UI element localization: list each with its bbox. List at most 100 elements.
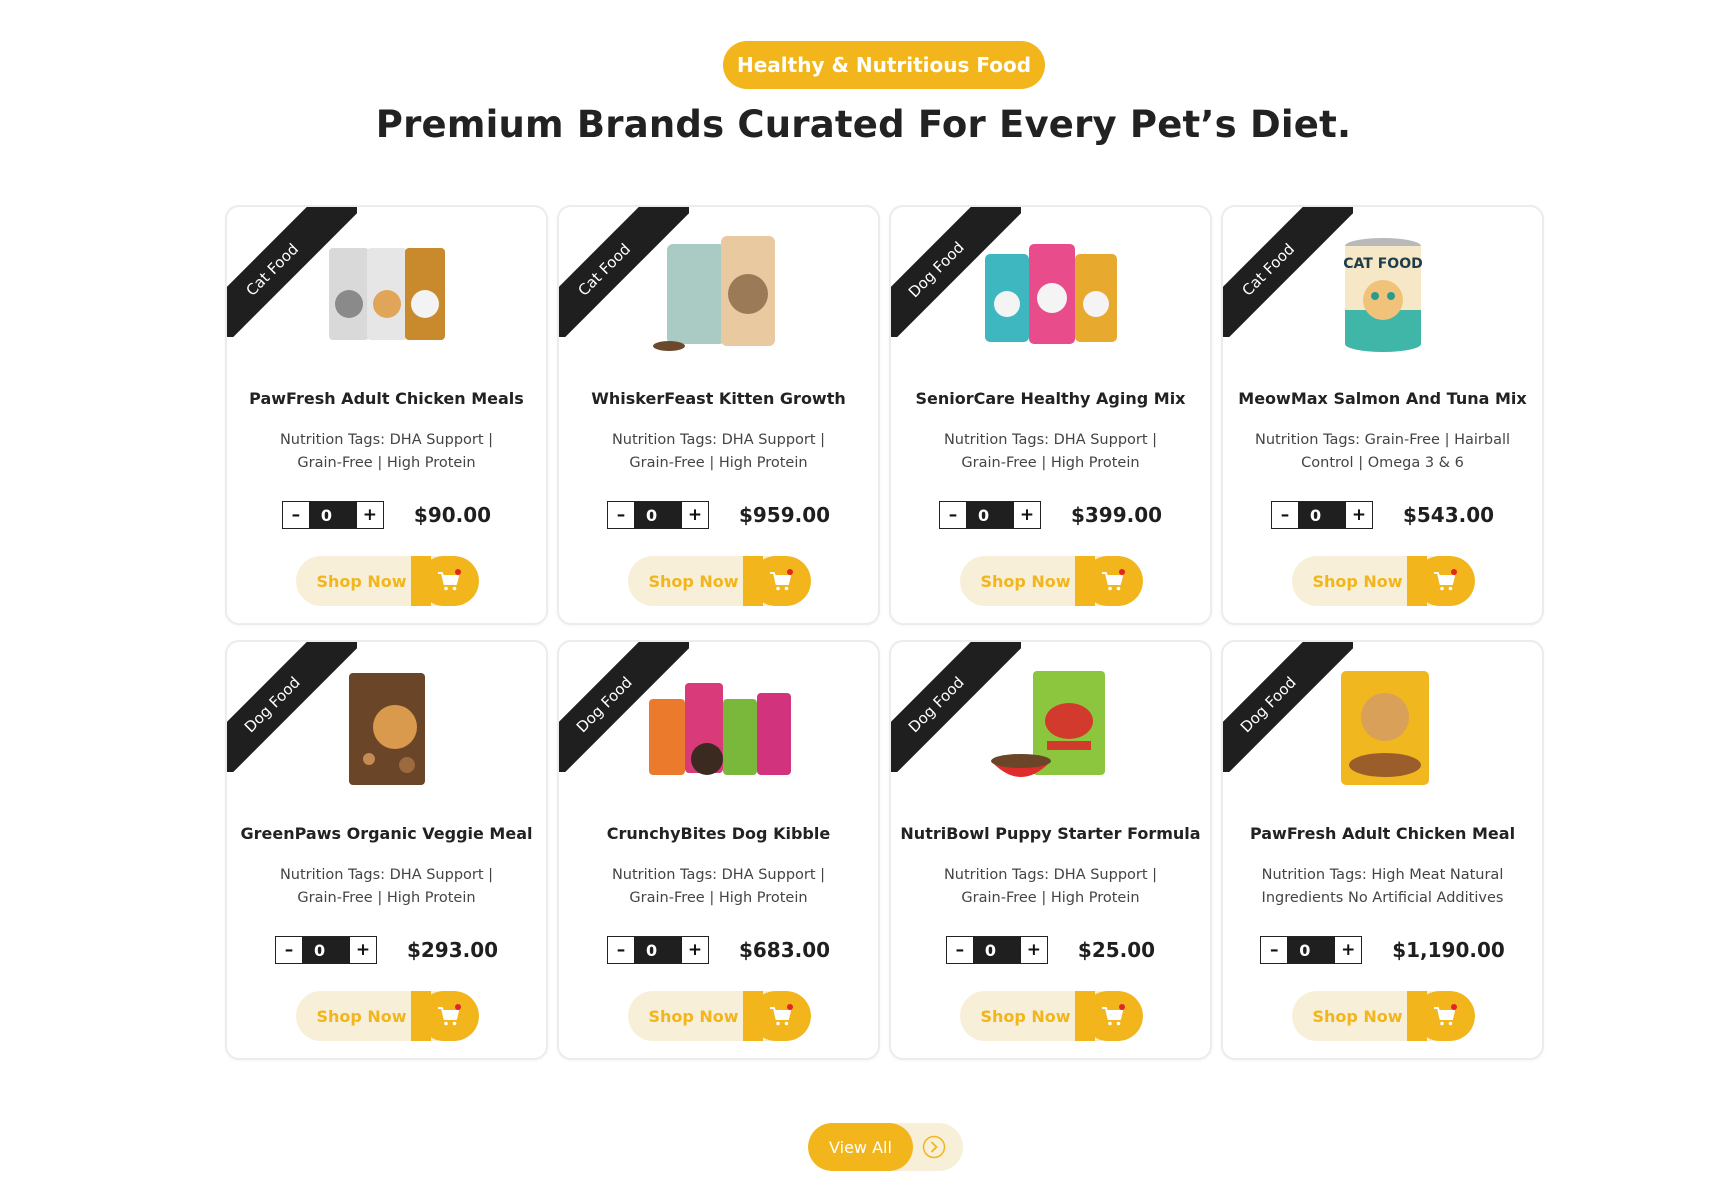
product-price: $1,190.00 <box>1392 938 1505 962</box>
cart-icon <box>1102 569 1125 591</box>
product-price: $399.00 <box>1070 503 1163 527</box>
cart-icon-button[interactable] <box>411 991 479 1041</box>
product-image <box>227 664 546 794</box>
product-image <box>227 229 546 359</box>
product-name: WhiskerFeast Kitten Growth <box>591 389 846 408</box>
cart-icon <box>1102 1004 1125 1026</box>
quantity-stepper: – 0 + <box>606 501 709 529</box>
quantity-stepper: – 0 + <box>1270 501 1373 529</box>
nutrition-tags: Nutrition Tags: DHA Support | Grain-Free… <box>611 867 826 906</box>
cart-icon <box>1434 569 1457 591</box>
shop-now-button[interactable]: Shop Now <box>960 556 1143 606</box>
nutrition-tags: Nutrition Tags: High Meat Natural Ingred… <box>1261 867 1504 906</box>
shop-now-label: Shop Now <box>316 571 407 591</box>
product-grid: Cat Food PawFresh Adult Chicken Meals Nu… <box>225 205 1544 1060</box>
cat-bags-icon <box>652 236 775 351</box>
product-image <box>559 664 878 794</box>
decrease-button[interactable]: – <box>939 502 966 528</box>
decrease-button[interactable]: – <box>282 502 309 528</box>
increase-button[interactable]: + <box>1335 937 1362 963</box>
product-image: CAT FOOD <box>1223 229 1542 359</box>
arrow-right-icon <box>922 1135 946 1159</box>
shop-now-button[interactable]: Shop Now <box>1292 556 1475 606</box>
quantity-value[interactable]: 0 <box>1287 937 1336 963</box>
increase-button[interactable]: + <box>349 937 376 963</box>
increase-button[interactable]: + <box>681 937 708 963</box>
increase-button[interactable]: + <box>1020 937 1047 963</box>
nutrition-tags: Nutrition Tags: DHA Support | Grain-Free… <box>279 867 494 906</box>
quantity-stepper: – 0 + <box>606 936 709 964</box>
increase-button[interactable]: + <box>681 502 708 528</box>
product-image <box>891 229 1210 359</box>
product-card: Dog Food GreenPaws Organic Veggie Meal N… <box>225 640 548 1060</box>
product-name: CrunchyBites Dog Kibble <box>606 824 831 843</box>
decrease-button[interactable]: – <box>275 937 302 963</box>
shop-now-label: Shop Now <box>980 571 1071 591</box>
quantity-stepper: – 0 + <box>945 936 1048 964</box>
quantity-value[interactable]: 0 <box>965 502 1014 528</box>
decrease-button[interactable]: – <box>1271 502 1298 528</box>
product-name: SeniorCare Healthy Aging Mix <box>915 389 1186 408</box>
product-image <box>559 229 878 359</box>
shop-now-button[interactable]: Shop Now <box>296 991 479 1041</box>
quantity-stepper: – 0 + <box>281 501 384 529</box>
cart-icon-button[interactable] <box>1407 556 1475 606</box>
cat-pouches-icon <box>328 248 445 340</box>
product-name: MeowMax Salmon And Tuna Mix <box>1238 389 1527 408</box>
decrease-button[interactable]: – <box>607 937 634 963</box>
section-badge: Healthy & Nutritious Food <box>723 41 1045 89</box>
increase-button[interactable]: + <box>356 502 383 528</box>
quantity-stepper: – 0 + <box>938 501 1041 529</box>
product-card: Cat Food WhiskerFeast Kitten Growth Nutr… <box>557 205 880 625</box>
increase-button[interactable]: + <box>1013 502 1040 528</box>
product-name: GreenPaws Organic Veggie Meal <box>240 824 533 843</box>
quantity-value[interactable]: 0 <box>633 937 682 963</box>
product-price: $25.00 <box>1077 938 1156 962</box>
shop-now-button[interactable]: Shop Now <box>628 991 811 1041</box>
product-name: NutriBowl Puppy Starter Formula <box>900 824 1201 843</box>
quantity-stepper: – 0 + <box>1260 936 1363 964</box>
decrease-button[interactable]: – <box>946 937 973 963</box>
quantity-value[interactable]: 0 <box>308 502 357 528</box>
dog-brown-bag-icon <box>348 673 425 785</box>
product-card: Cat Food PawFresh Adult Chicken Meals Nu… <box>225 205 548 625</box>
shop-now-button[interactable]: Shop Now <box>1292 991 1475 1041</box>
shop-now-button[interactable]: Shop Now <box>296 556 479 606</box>
product-price: $543.00 <box>1402 503 1495 527</box>
quantity-value[interactable]: 0 <box>1297 502 1346 528</box>
quantity-value[interactable]: 0 <box>972 937 1021 963</box>
cat-can-icon: CAT FOOD <box>1343 238 1422 352</box>
increase-button[interactable]: + <box>1345 502 1372 528</box>
cart-icon <box>770 569 793 591</box>
cart-icon <box>770 1004 793 1026</box>
shop-now-button[interactable]: Shop Now <box>628 556 811 606</box>
dog-pouch-set-icon <box>648 683 791 775</box>
cart-icon-button[interactable] <box>1075 991 1143 1041</box>
nutrition-tags: Nutrition Tags: DHA Support | Grain-Free… <box>611 432 826 471</box>
cart-icon-button[interactable] <box>1407 991 1475 1041</box>
quantity-value[interactable]: 0 <box>301 937 350 963</box>
shop-now-label: Shop Now <box>980 1006 1071 1026</box>
section-title: Premium Brands Curated For Every Pet’s D… <box>375 103 1352 146</box>
product-name: PawFresh Adult Chicken Meal <box>1249 824 1516 843</box>
nutrition-tags: Nutrition Tags: DHA Support | Grain-Free… <box>279 432 494 471</box>
cart-icon <box>438 569 461 591</box>
view-all-label: View All <box>808 1123 913 1171</box>
nutrition-tags: Nutrition Tags: DHA Support | Grain-Free… <box>943 867 1158 906</box>
cart-icon-button[interactable] <box>743 991 811 1041</box>
shop-now-button[interactable]: Shop Now <box>960 991 1143 1041</box>
product-image <box>1223 664 1542 794</box>
product-price: $959.00 <box>738 503 831 527</box>
product-image <box>891 664 1210 794</box>
cart-icon-button[interactable] <box>743 556 811 606</box>
decrease-button[interactable]: – <box>607 502 634 528</box>
cart-icon-button[interactable] <box>411 556 479 606</box>
product-price: $293.00 <box>406 938 499 962</box>
shop-now-label: Shop Now <box>1312 1006 1403 1026</box>
quantity-value[interactable]: 0 <box>633 502 682 528</box>
cart-icon-button[interactable] <box>1075 556 1143 606</box>
product-card: Dog Food SeniorCare Healthy Aging Mix Nu… <box>889 205 1212 625</box>
decrease-button[interactable]: – <box>1261 937 1288 963</box>
product-card: Dog Food NutriBowl Puppy Starter Formula… <box>889 640 1212 1060</box>
view-all-button[interactable]: View All <box>808 1123 963 1171</box>
